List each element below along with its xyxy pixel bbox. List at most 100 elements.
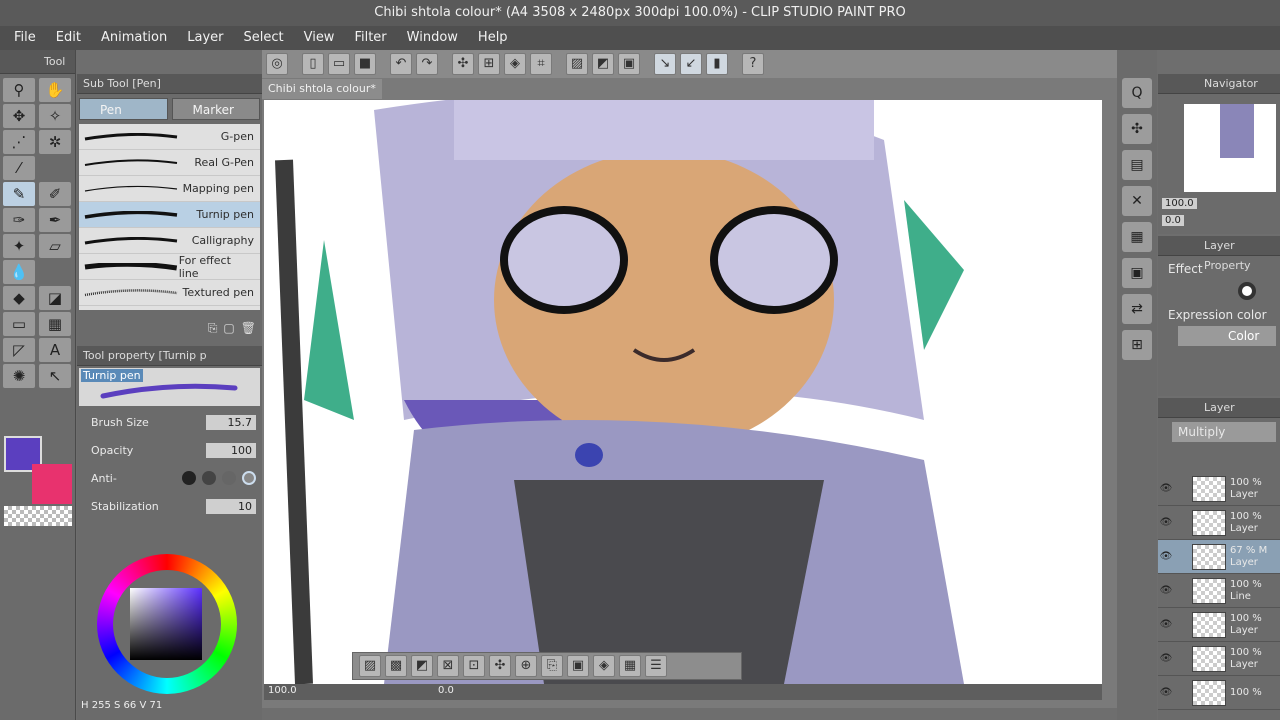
navigator-preview[interactable] <box>1184 104 1276 192</box>
tone-material-icon[interactable]: ▦ <box>1122 222 1152 252</box>
auto-select-icon[interactable]: ✧ <box>39 104 71 128</box>
clip-studio-icon[interactable]: ◎ <box>266 53 288 75</box>
undo-icon[interactable]: ↶ <box>390 53 412 75</box>
selection-tool-icon[interactable]: ⋰ <box>3 130 35 154</box>
invert-selection-icon[interactable]: ◩ <box>592 53 614 75</box>
layer-row[interactable]: 👁 100 % <box>1158 676 1280 710</box>
search-icon[interactable]: Q <box>1122 78 1152 108</box>
menu-window[interactable]: Window <box>397 26 468 50</box>
brush-calligraphy[interactable]: Calligraphy <box>79 228 260 254</box>
fill-tool-icon[interactable]: ◆ <box>3 286 35 310</box>
zoom-tool-icon[interactable]: ⚲ <box>3 78 35 102</box>
aa-medium-icon[interactable] <box>222 471 236 485</box>
layer-row[interactable]: 👁 100 % Layer <box>1158 506 1280 540</box>
visibility-eye-icon[interactable]: 👁 <box>1158 619 1174 630</box>
anti-aliasing-row[interactable]: Anti- <box>77 464 262 492</box>
new-file-icon[interactable]: ▯ <box>302 53 324 75</box>
scale-icon[interactable]: ✣ <box>489 655 511 677</box>
border-effect-icon[interactable] <box>1238 282 1256 300</box>
move-layer-icon[interactable]: ✥ <box>3 104 35 128</box>
aa-strong-icon[interactable] <box>242 471 256 485</box>
angle-readout[interactable]: 0.0 <box>438 685 454 696</box>
visibility-eye-icon[interactable]: 👁 <box>1158 483 1174 494</box>
brush-size-row[interactable]: Brush Size 15.7 <box>77 408 262 436</box>
transform-icon[interactable]: ⊞ <box>478 53 500 75</box>
visibility-eye-icon[interactable]: 👁 <box>1158 653 1174 664</box>
brush-real-g-pen[interactable]: Real G-Pen <box>79 150 260 176</box>
eraser-icon[interactable]: ▱ <box>39 234 71 258</box>
snap-grid-icon[interactable]: ▮ <box>706 53 728 75</box>
open-file-icon[interactable]: ▭ <box>328 53 350 75</box>
menu-edit[interactable]: Edit <box>46 26 91 50</box>
clear-icon[interactable]: ✣ <box>452 53 474 75</box>
tab-pen[interactable]: Pen <box>79 98 168 120</box>
menu-view[interactable]: View <box>294 26 345 50</box>
correct-line-icon[interactable]: ↖ <box>39 364 71 388</box>
balloon-icon[interactable]: ✺ <box>3 364 35 388</box>
help-icon[interactable]: ? <box>742 53 764 75</box>
layer-row[interactable]: 👁 100 % Line <box>1158 574 1280 608</box>
visibility-eye-icon[interactable]: 👁 <box>1158 551 1174 562</box>
menu-help[interactable]: Help <box>468 26 518 50</box>
aa-weak-icon[interactable] <box>202 471 216 485</box>
move-icon[interactable]: ⊕ <box>515 655 537 677</box>
visibility-eye-icon[interactable]: 👁 <box>1158 517 1174 528</box>
layer-row-selected[interactable]: 👁 67 % M Layer <box>1158 540 1280 574</box>
decoration-icon[interactable]: ✦ <box>3 234 35 258</box>
visibility-eye-icon[interactable]: 👁 <box>1158 585 1174 596</box>
transparent-color-swatch[interactable] <box>4 506 72 526</box>
deselect-icon[interactable]: ▨ <box>359 655 381 677</box>
copy-paste-icon[interactable]: ⎘ <box>541 655 563 677</box>
invert-icon[interactable]: ◩ <box>411 655 433 677</box>
expand-icon[interactable]: ⊠ <box>437 655 459 677</box>
zoom-readout[interactable]: 100.0 <box>268 685 297 696</box>
create-subtool-icon[interactable]: ▢ <box>223 321 234 335</box>
brush-for-effect-line[interactable]: For effect line <box>79 254 260 280</box>
menu-file[interactable]: File <box>0 26 46 50</box>
deselect-icon[interactable]: ▨ <box>566 53 588 75</box>
new-layer-icon[interactable]: ▣ <box>567 655 589 677</box>
tone-icon[interactable]: ▦ <box>619 655 641 677</box>
text-tool-icon[interactable]: A <box>39 338 71 362</box>
pen-tool-icon[interactable]: ✎ <box>3 182 35 206</box>
magic-wand-icon[interactable]: ✲ <box>39 130 71 154</box>
stabilization-value[interactable]: 10 <box>206 498 256 514</box>
options-icon[interactable]: ☰ <box>645 655 667 677</box>
document-tab[interactable]: Chibi shtola colour* ● <box>262 79 382 115</box>
menu-select[interactable]: Select <box>233 26 293 50</box>
sub-color-swatch[interactable] <box>32 464 72 504</box>
brush-g-pen[interactable]: G-pen <box>79 124 260 150</box>
fill-icon[interactable]: ◈ <box>593 655 615 677</box>
layer-row[interactable]: 👁 100 % Layer <box>1158 608 1280 642</box>
brush-mapping-pen[interactable]: Mapping pen <box>79 176 260 202</box>
visibility-eye-icon[interactable]: 👁 <box>1158 687 1174 698</box>
opacity-value[interactable]: 100 <box>206 442 256 458</box>
blend-icon[interactable]: 💧 <box>3 260 35 284</box>
material-folder-icon[interactable]: ▤ <box>1122 150 1152 180</box>
saturation-value-square[interactable] <box>130 588 202 660</box>
layer-material-icon[interactable]: ▣ <box>1122 258 1152 288</box>
blend-mode-select[interactable]: Multiply <box>1172 422 1276 442</box>
layer-row[interactable]: 👁 100 % Layer <box>1158 472 1280 506</box>
show-selection-icon[interactable]: ▣ <box>618 53 640 75</box>
canvas[interactable] <box>264 100 1102 684</box>
menu-layer[interactable]: Layer <box>177 26 233 50</box>
navigator-zoom[interactable]: 100.0 <box>1162 198 1197 209</box>
eyedropper-icon[interactable]: ⁄ <box>3 156 35 180</box>
figure-icon[interactable]: ▭ <box>3 312 35 336</box>
copy-subtool-icon[interactable]: ⎘ <box>208 321 218 336</box>
tab-marker[interactable]: Marker <box>171 98 260 120</box>
opacity-row[interactable]: Opacity 100 <box>77 436 262 464</box>
save-icon[interactable]: ■ <box>354 53 376 75</box>
delete-subtool-icon[interactable]: 🗑 <box>241 321 256 335</box>
pencil-tool-icon[interactable]: ✐ <box>39 182 71 206</box>
brush-textured-pen[interactable]: Textured pen <box>79 280 260 306</box>
frame-border-icon[interactable]: ▦ <box>39 312 71 336</box>
snap-special-ruler-icon[interactable]: ↙ <box>680 53 702 75</box>
snap-ruler-icon[interactable]: ↘ <box>654 53 676 75</box>
layer-row[interactable]: 👁 100 % Layer <box>1158 642 1280 676</box>
selection-fill-icon[interactable]: ▩ <box>385 655 407 677</box>
material-icon[interactable]: ✣ <box>1122 114 1152 144</box>
crop-icon[interactable]: ⌗ <box>530 53 552 75</box>
panel-icon[interactable]: ⊞ <box>1122 330 1152 360</box>
